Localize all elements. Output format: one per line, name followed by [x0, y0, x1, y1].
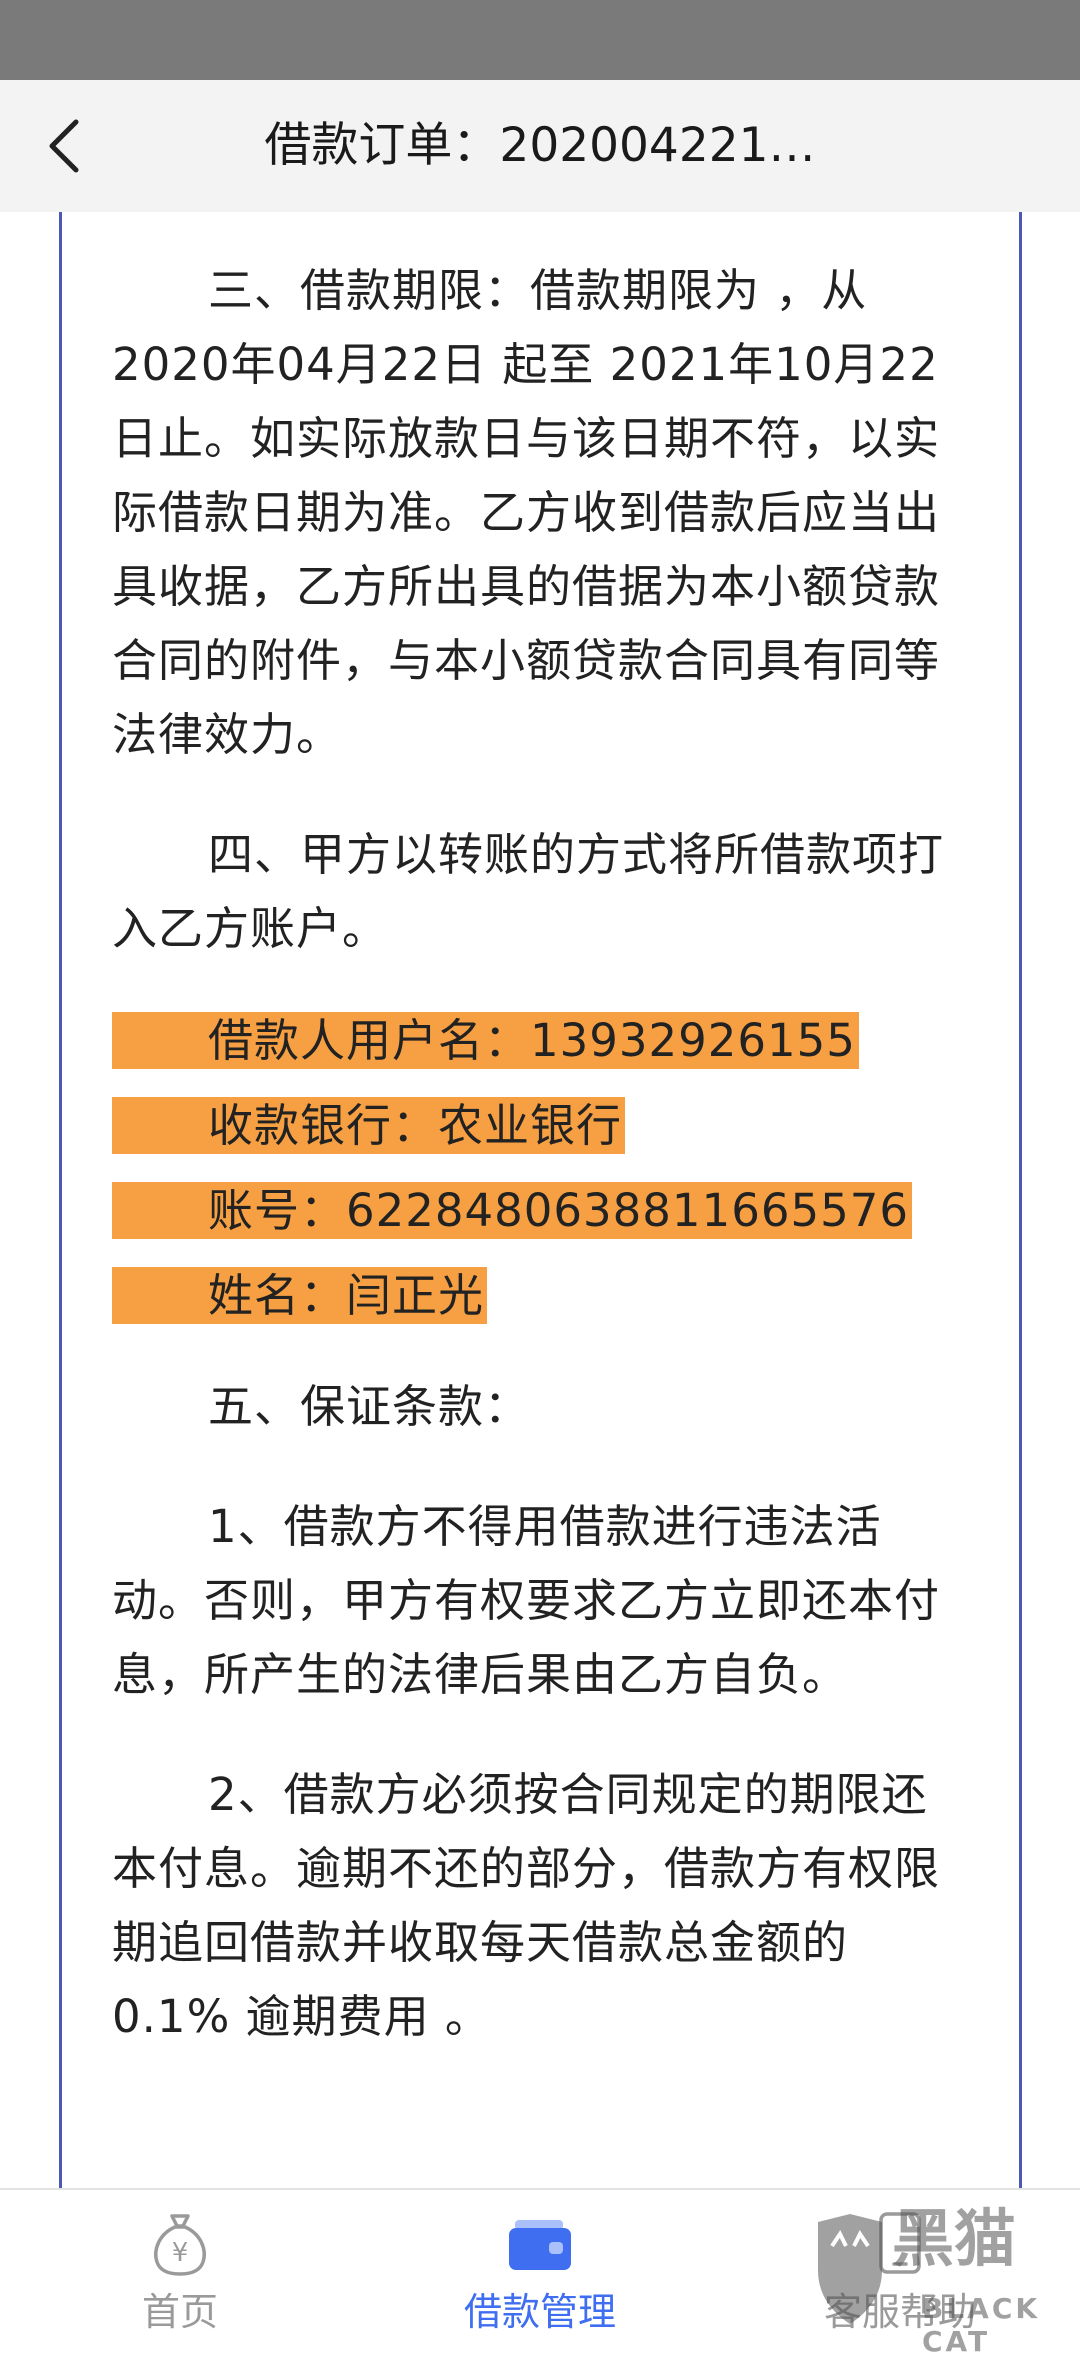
contract-body: 三、借款期限：借款期限为 ，从 2020年04月22日 起至 2021年10月2… [112, 254, 972, 2054]
receiving-bank: 收款银行：农业银行 [112, 1097, 626, 1154]
nav-bar: 借款订单：202004221… [0, 80, 1080, 212]
black-cat-watermark: 黑猫 BLACK CAT [810, 2200, 1080, 2358]
clause-5-2: 2、借款方必须按合同规定的期限还本付息。逾期不还的部分，借款方有权限期追回借款并… [112, 1768, 941, 2043]
cat-shield-icon [818, 2214, 882, 2324]
account-name-row: 姓名：闫正光 [112, 1267, 972, 1324]
clause-5-1: 1、借款方不得用借款进行违法活动。否则，甲方有权要求乙方立即还本付息，所产生的法… [112, 1500, 941, 1701]
receiving-bank-row: 收款银行：农业银行 [112, 1097, 972, 1154]
watermark-subtext: BLACK CAT [922, 2292, 1041, 2358]
tab-loan-management[interactable]: 借款管理 [360, 2190, 720, 2342]
page-title: 借款订单：202004221… [264, 118, 816, 173]
status-bar [0, 0, 1080, 80]
chevron-left-icon [49, 119, 79, 173]
borrower-username: 借款人用户名：13932926155 [112, 1012, 859, 1069]
wallet-icon [509, 2220, 571, 2270]
borrower-username-row: 借款人用户名：13932926155 [112, 1012, 972, 1069]
account-number-row: 账号：6228480638811665576 [112, 1182, 972, 1239]
watermark-text: 黑猫 [892, 2202, 1017, 2275]
tab-home-label: 首页 [141, 2290, 218, 2334]
tab-loan-management-label: 借款管理 [463, 2290, 616, 2334]
contract-document[interactable]: 三、借款期限：借款期限为 ，从 2020年04月22日 起至 2021年10月2… [59, 212, 1022, 2188]
account-number: 账号：6228480638811665576 [112, 1182, 912, 1239]
tab-home[interactable]: ¥ 首页 [0, 2190, 360, 2342]
back-button[interactable] [30, 110, 102, 182]
clause-4-transfer: 四、甲方以转账的方式将所借款项打入乙方账户。 [112, 828, 945, 955]
account-name: 姓名：闫正光 [112, 1267, 488, 1324]
clause-5-title: 五、保证条款： [208, 1380, 531, 1433]
money-bag-icon: ¥ [154, 2214, 206, 2276]
clause-3-loan-term: 三、借款期限：借款期限为 ，从 2020年04月22日 起至 2021年10月2… [112, 264, 941, 761]
svg-text:¥: ¥ [172, 2238, 189, 2268]
